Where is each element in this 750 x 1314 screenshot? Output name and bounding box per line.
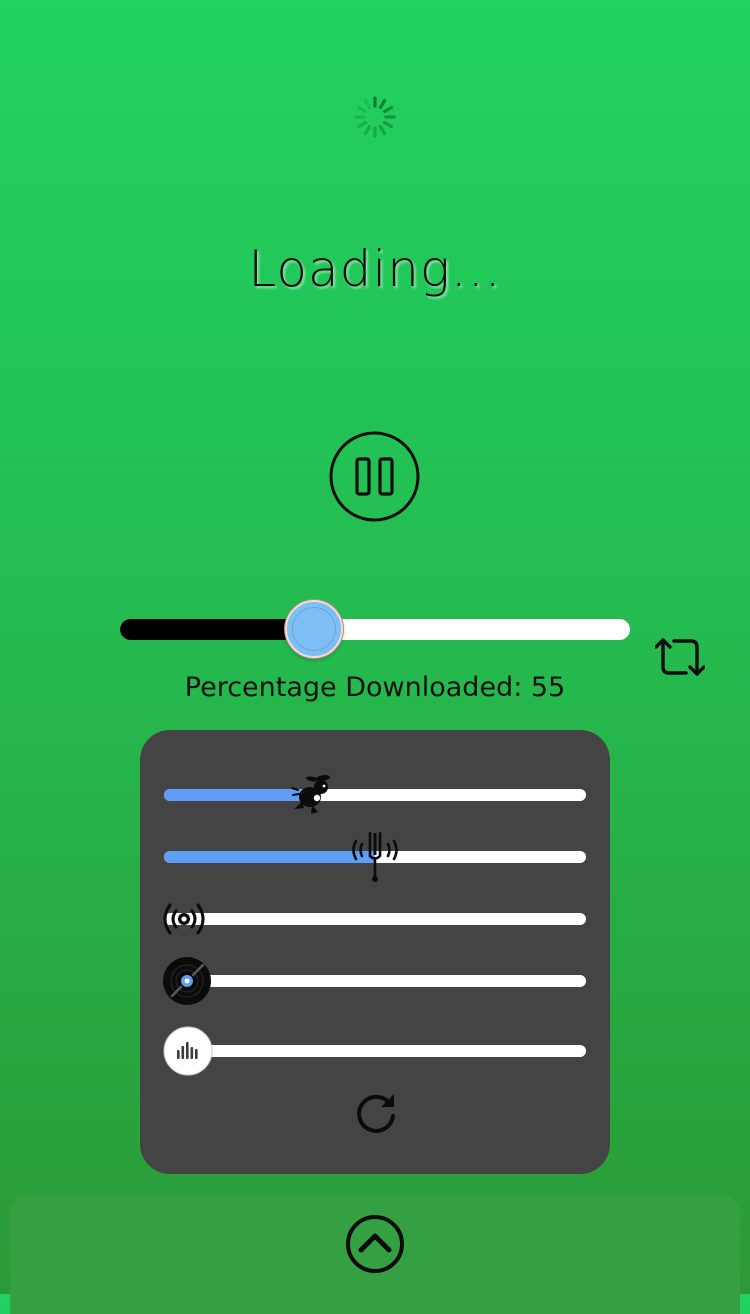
bottom-sheet[interactable]	[10, 1194, 740, 1314]
broadcast-icon[interactable]	[162, 900, 206, 938]
expand-button[interactable]	[345, 1214, 405, 1274]
vinyl-slider[interactable]	[164, 975, 586, 987]
pitch-slider-fill	[164, 851, 375, 863]
tuning-fork-icon[interactable]	[350, 830, 400, 884]
refresh-icon	[357, 1094, 395, 1133]
equalizer-slider[interactable]	[164, 1045, 586, 1057]
pause-circle-icon	[329, 431, 420, 522]
playback-progress-track[interactable]	[120, 619, 630, 640]
speed-slider[interactable]	[164, 789, 586, 801]
pause-button[interactable]	[329, 431, 420, 522]
loading-title: Loading...	[248, 240, 502, 298]
reverb-slider[interactable]	[164, 913, 586, 925]
rabbit-icon[interactable]	[290, 774, 334, 816]
equalizer-icon[interactable]	[162, 1025, 214, 1077]
reset-effects-button[interactable]	[353, 1090, 399, 1136]
chevron-up-circle-icon	[346, 1215, 404, 1273]
loading-spinner-icon	[354, 96, 396, 138]
playback-progress-thumb[interactable]	[284, 600, 343, 658]
audio-effects-panel	[140, 730, 610, 1174]
vinyl-record-icon[interactable]	[162, 956, 212, 1006]
download-percentage-label: Percentage Downloaded: 55	[184, 672, 566, 703]
